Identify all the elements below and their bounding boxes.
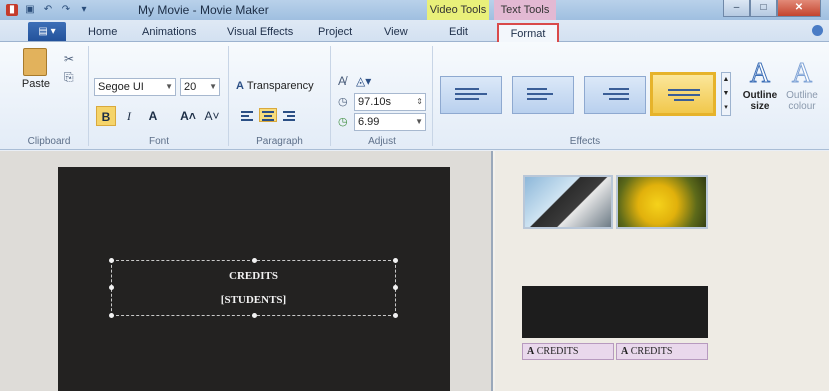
background-color-icon[interactable]: ◬▾	[356, 74, 371, 88]
text-tools-header: Text Tools	[494, 0, 556, 20]
outline-size-button[interactable]: A Outline size	[740, 58, 780, 113]
clip-thumbnail-penguins[interactable]	[523, 175, 613, 229]
font-color-button[interactable]: A	[142, 106, 164, 126]
effect-fly-in-left[interactable]	[584, 76, 646, 114]
effect-scroll-left[interactable]	[440, 76, 502, 114]
transparency-label: Transparency	[246, 80, 314, 92]
title-bar: ▮ ▣ ↶ ↷ ▾ My Movie - Movie Maker Video T…	[0, 0, 829, 20]
bold-button[interactable]: B	[96, 106, 116, 126]
customize-qat-icon[interactable]: ▾	[78, 4, 90, 16]
font-size-combo[interactable]: 20 ▼	[180, 78, 220, 96]
transparency-button[interactable]: A Transparency	[236, 80, 314, 92]
effect-fly-in-right[interactable]	[512, 76, 574, 114]
resize-handle[interactable]	[109, 258, 114, 263]
font-group-label: Font	[148, 136, 169, 147]
clipboard-group-label: Clipboard	[27, 136, 71, 147]
separator	[330, 46, 331, 146]
font-family-combo[interactable]: Segoe UI ▼	[94, 78, 176, 96]
tab-animations[interactable]: Animations	[142, 23, 196, 42]
ribbon: Paste ✂ ⎘ Clipboard Segoe UI ▼ 20 ▼ B I A …	[0, 42, 829, 150]
resize-handle[interactable]	[393, 285, 398, 290]
duration-value: 6.99	[358, 116, 380, 128]
caption-textbox[interactable]: CREDITS [STUDENTS]	[109, 258, 398, 318]
caption-icon: A	[621, 346, 629, 357]
tab-view[interactable]: View	[384, 23, 408, 42]
caption-clip[interactable]: A CREDITS	[616, 343, 708, 360]
maximize-button[interactable]: □	[750, 0, 777, 17]
quick-access-toolbar: ▮ ▣ ↶ ↷ ▾	[6, 3, 90, 17]
credits-subtitle: [STUDENTS]	[220, 294, 287, 306]
italic-button[interactable]: I	[120, 106, 138, 126]
duration-field[interactable]: 6.99 ▼	[354, 113, 426, 131]
caption-label: CREDITS	[630, 346, 673, 357]
resize-handle[interactable]	[252, 313, 257, 318]
separator	[228, 46, 229, 146]
copy-icon[interactable]: ⎘	[64, 70, 74, 85]
grow-font-button[interactable]: A˄	[178, 106, 198, 126]
caption-label: CREDITS	[536, 346, 579, 357]
chevron-down-icon: ▼	[209, 82, 217, 91]
adjust-group-label: Adjust	[368, 136, 396, 147]
separator	[432, 46, 433, 146]
resize-handle[interactable]	[393, 258, 398, 263]
outline-colour-label: Outline colour	[786, 90, 818, 112]
text-effects-icon[interactable]: A̸	[338, 74, 346, 88]
transparency-icon: A	[236, 80, 244, 92]
effects-group-label: Effects	[569, 136, 601, 147]
font-size-value: 20	[184, 81, 197, 93]
clip-thumbnail-credits[interactable]	[522, 286, 708, 338]
spinner-icon[interactable]: ⇕	[416, 94, 423, 110]
effect-selected[interactable]	[650, 72, 716, 116]
video-tools-header: Video Tools	[427, 0, 489, 20]
window-title: My Movie - Movie Maker	[138, 3, 269, 17]
cut-icon[interactable]: ✂	[64, 52, 74, 66]
tab-visual-effects[interactable]: Visual Effects	[227, 23, 293, 42]
tab-edit[interactable]: Edit	[449, 23, 468, 42]
window-controls: – □ ✕	[723, 0, 821, 17]
effects-gallery-scroll[interactable]: ▲ ▼ ▾	[721, 72, 731, 116]
tab-home[interactable]: Home	[88, 23, 117, 42]
resize-handle[interactable]	[252, 258, 257, 263]
caption-clip[interactable]: A CREDITS	[522, 343, 614, 360]
undo-icon[interactable]: ↶	[42, 4, 54, 16]
duration-icon: ◷	[338, 116, 348, 128]
redo-icon[interactable]: ↷	[60, 4, 72, 16]
start-time-icon: ◷	[338, 96, 348, 108]
start-time-value: 97.10s	[358, 96, 392, 108]
minimize-button[interactable]: –	[723, 0, 750, 17]
caption-icon: A	[527, 346, 535, 357]
tab-format[interactable]: Format	[497, 23, 559, 42]
outline-colour-button[interactable]: A Outline colour	[780, 58, 824, 113]
paste-label: Paste	[21, 78, 51, 90]
resize-handle[interactable]	[109, 285, 114, 290]
save-icon[interactable]: ▣	[24, 4, 36, 16]
chevron-down-icon: ▼	[415, 117, 423, 126]
paste-button[interactable]: Paste	[20, 48, 52, 90]
help-icon[interactable]	[812, 25, 823, 36]
credits-title: CREDITS	[229, 270, 278, 282]
align-right-button[interactable]	[280, 108, 298, 122]
file-menu-button[interactable]: ▤ ▾	[28, 22, 66, 41]
clipboard-icon	[23, 48, 47, 76]
ribbon-tab-row: ▤ ▾ Home Animations Visual Effects Proje…	[0, 20, 829, 42]
app-menu-icon[interactable]: ▮	[6, 4, 18, 16]
close-button[interactable]: ✕	[777, 0, 821, 17]
resize-handle[interactable]	[393, 313, 398, 318]
start-time-field[interactable]: 97.10s ⇕	[354, 93, 426, 111]
outline-colour-icon: A	[791, 58, 813, 90]
align-center-button[interactable]	[259, 108, 277, 122]
paragraph-group-label: Paragraph	[256, 136, 303, 147]
outline-size-label: Outline size	[742, 90, 778, 112]
font-family-value: Segoe UI	[98, 81, 144, 93]
clip-thumbnail-flowers[interactable]	[616, 175, 708, 229]
outline-size-icon: A	[749, 58, 771, 90]
align-left-button[interactable]	[238, 108, 256, 122]
resize-handle[interactable]	[109, 313, 114, 318]
separator	[88, 46, 89, 146]
tab-project[interactable]: Project	[318, 23, 352, 42]
shrink-font-button[interactable]: A˅	[202, 106, 222, 126]
chevron-down-icon: ▼	[165, 82, 173, 91]
